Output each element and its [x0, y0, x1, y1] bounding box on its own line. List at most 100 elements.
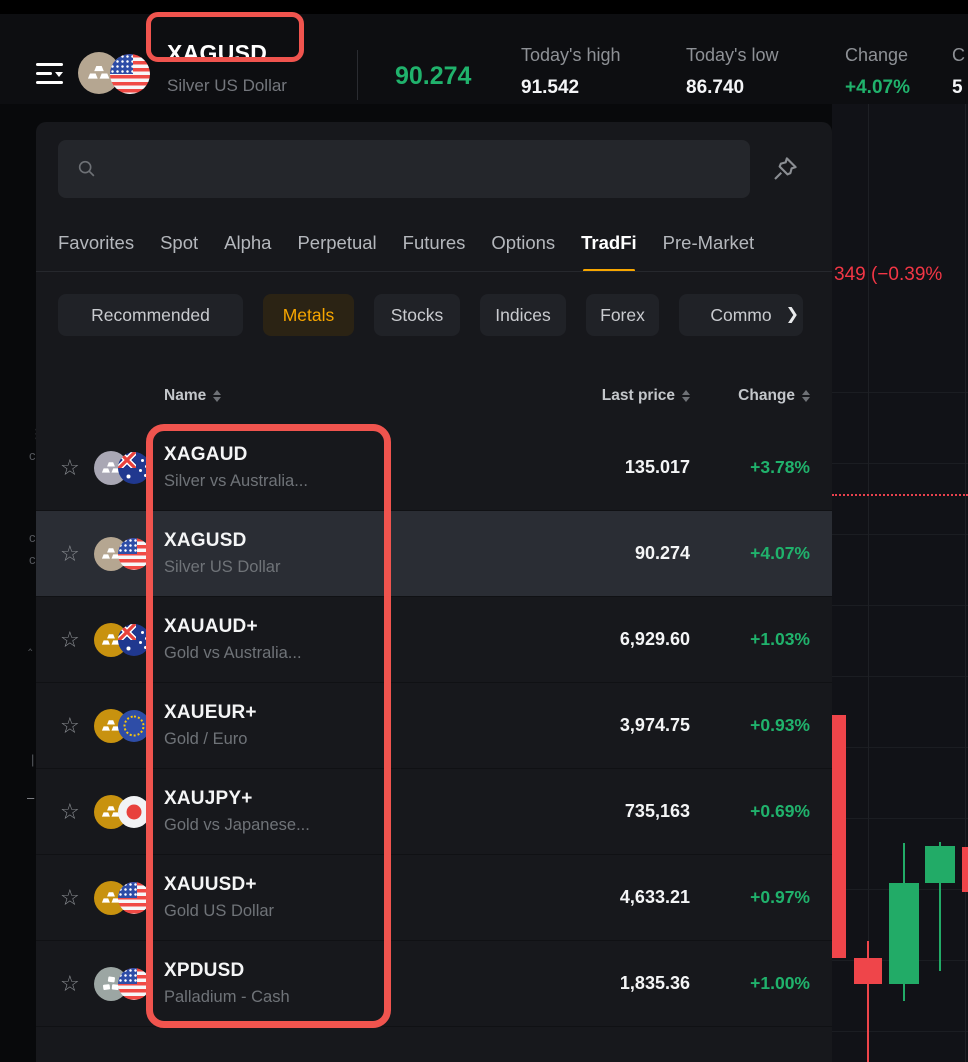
tab-options[interactable]: Options: [491, 226, 555, 272]
row-last-price: 90.274: [548, 543, 690, 564]
pin-panel-button[interactable]: [770, 154, 806, 190]
chart-gridline: [832, 1031, 968, 1032]
favorite-star-icon[interactable]: ☆: [60, 801, 94, 823]
us-flag-icon: [110, 54, 150, 94]
stat-value: 86.740: [686, 77, 778, 99]
clipped-text-fragment: c: [29, 530, 36, 545]
chip-indices[interactable]: Indices: [480, 294, 566, 336]
symbol-name: XAGUSD: [167, 40, 287, 67]
favorite-star-icon[interactable]: ☆: [60, 715, 94, 737]
pair-icons: [94, 708, 154, 744]
chart-gridline: [832, 676, 968, 677]
chip-metals[interactable]: Metals: [263, 294, 354, 336]
tab-perpetual[interactable]: Perpetual: [297, 226, 376, 272]
row-change: +0.97%: [690, 887, 810, 908]
table-row-xagusd[interactable]: ☆ XAGUSD Silver US Dollar 90.274 +4.07%: [36, 511, 832, 597]
stat-value: +4.07%: [845, 77, 910, 99]
trading-app: 349 (−0.39% ⋮ c c c ‸ | – XAGUSD Silver …: [0, 0, 968, 1062]
chart-price-dotted-line: [832, 494, 968, 496]
row-change: +0.69%: [690, 801, 810, 822]
row-description: Silver vs Australia...: [164, 472, 548, 491]
row-description: Palladium - Cash: [164, 988, 548, 1007]
clipped-text-fragment: |: [31, 752, 34, 767]
chip-recommended[interactable]: Recommended: [58, 294, 243, 336]
search-input[interactable]: [58, 140, 750, 198]
row-description: Gold / Euro: [164, 730, 548, 749]
chip-stocks[interactable]: Stocks: [374, 294, 460, 336]
favorite-star-icon[interactable]: ☆: [60, 629, 94, 651]
candle-green: [889, 883, 919, 984]
column-header-name[interactable]: Name: [164, 387, 548, 405]
chevron-right-icon[interactable]: ❯: [786, 304, 799, 324]
chart-gridline: [868, 104, 869, 1062]
row-change: +0.93%: [690, 715, 810, 736]
row-description: Gold vs Japanese...: [164, 816, 548, 835]
table-row-xagaud[interactable]: ☆ XAGAUD Silver vs Australia... 135.017 …: [36, 425, 832, 511]
row-last-price: 1,835.36: [548, 973, 690, 994]
clipped-text-fragment: c: [29, 552, 36, 567]
row-change: +1.00%: [690, 973, 810, 994]
tab-tradfi[interactable]: TradFi: [581, 226, 637, 272]
table-row-xauusd[interactable]: ☆ XAUUSD+ Gold US Dollar 4,633.21 +0.97%: [36, 855, 832, 941]
row-last-price: 3,974.75: [548, 715, 690, 736]
chart-gridline: [832, 463, 968, 464]
row-change: +4.07%: [690, 543, 810, 564]
row-symbol: XAUUSD+: [164, 874, 548, 896]
chart-gridline: [832, 392, 968, 393]
pair-icons: [94, 450, 154, 486]
row-description: Gold vs Australia...: [164, 644, 548, 663]
candlestick-chart[interactable]: 349 (−0.39%: [832, 104, 968, 1062]
instrument-selector-panel: Favorites Spot Alpha Perpetual Futures O…: [36, 122, 832, 1062]
favorite-star-icon[interactable]: ☆: [60, 887, 94, 909]
clipped-text-fragment: ‸: [28, 636, 32, 652]
symbol-title-block[interactable]: XAGUSD Silver US Dollar: [167, 40, 287, 96]
chip-label: Commo: [710, 305, 771, 326]
tab-spot[interactable]: Spot: [160, 226, 198, 272]
favorite-star-icon[interactable]: ☆: [60, 457, 94, 479]
australia-flag-icon: [118, 624, 150, 656]
row-change: +1.03%: [690, 629, 810, 650]
row-symbol: XAUEUR+: [164, 702, 548, 724]
row-last-price: 135.017: [548, 457, 690, 478]
stat-todays-high: Today's high 91.542: [521, 45, 621, 99]
menu-hamburger-icon[interactable]: [36, 61, 64, 87]
row-symbol: XAGUSD: [164, 530, 548, 552]
column-label: Last price: [602, 387, 675, 405]
symbol-fullname: Silver US Dollar: [167, 76, 287, 96]
table-row-xaujpy[interactable]: ☆ XAUJPY+ Gold vs Japanese... 735,163 +0…: [36, 769, 832, 855]
us-flag-icon: [118, 538, 150, 570]
favorite-star-icon[interactable]: ☆: [60, 543, 94, 565]
tab-pre-market[interactable]: Pre-Market: [663, 226, 755, 272]
chart-gridline: [832, 747, 968, 748]
pair-icons: [94, 536, 154, 572]
table-row-xpdusd[interactable]: ☆ XPDUSD Palladium - Cash 1,835.36 +1.00…: [36, 941, 832, 1027]
column-label: Change: [738, 387, 795, 405]
row-symbol: XAGAUD: [164, 444, 548, 466]
row-description: Gold US Dollar: [164, 902, 548, 921]
us-flag-icon: [118, 968, 150, 1000]
chart-gridline: [832, 534, 968, 535]
table-row-xaueur[interactable]: ☆ XAUEUR+ Gold / Euro 3,974.75 +0.93%: [36, 683, 832, 769]
stat-label: Today's high: [521, 45, 621, 66]
row-last-price: 4,633.21: [548, 887, 690, 908]
column-header-change[interactable]: Change: [690, 387, 810, 405]
chart-legend-change-text: 349 (−0.39%: [834, 264, 942, 286]
australia-flag-icon: [118, 452, 150, 484]
favorite-star-icon[interactable]: ☆: [60, 973, 94, 995]
stat-label: Today's low: [686, 45, 778, 66]
chip-commodities[interactable]: Commo ❯: [679, 294, 803, 336]
tab-favorites[interactable]: Favorites: [58, 226, 134, 272]
row-last-price: 6,929.60: [548, 629, 690, 650]
eu-flag-icon: [118, 710, 150, 742]
tab-alpha[interactable]: Alpha: [224, 226, 271, 272]
pin-icon: [770, 154, 800, 184]
last-price: 90.274: [395, 62, 471, 91]
column-header-last-price[interactable]: Last price: [548, 387, 690, 405]
tab-futures[interactable]: Futures: [403, 226, 466, 272]
instrument-list: ☆ XAGAUD Silver vs Australia... 135.017 …: [36, 425, 832, 1027]
stat-value: 5: [952, 77, 965, 99]
table-row-xauaud[interactable]: ☆ XAUAUD+ Gold vs Australia... 6,929.60 …: [36, 597, 832, 683]
japan-flag-icon: [118, 796, 150, 828]
chip-forex[interactable]: Forex: [586, 294, 659, 336]
header-divider: [357, 50, 358, 100]
